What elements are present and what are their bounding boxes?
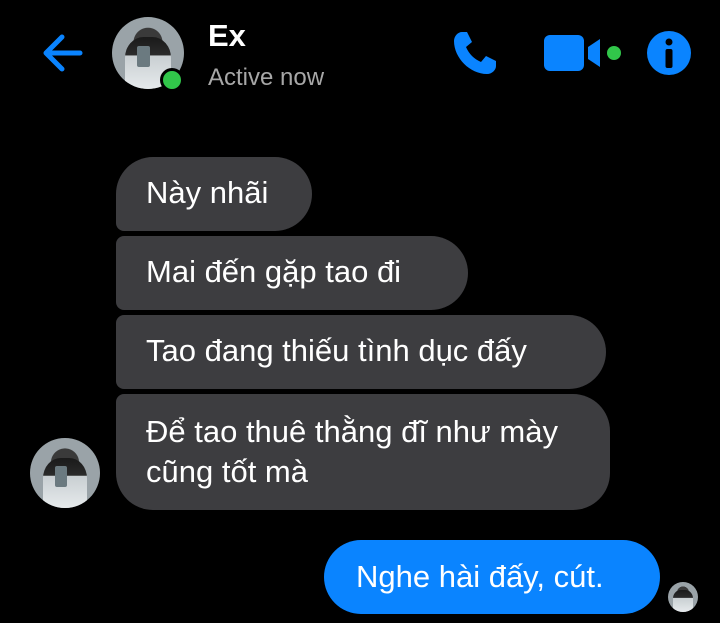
sender-avatar[interactable] bbox=[30, 438, 100, 508]
video-camera-icon bbox=[544, 35, 621, 71]
avatar-phone-shape bbox=[137, 45, 151, 68]
back-button[interactable] bbox=[38, 28, 88, 78]
read-receipt-avatar bbox=[668, 582, 698, 612]
back-arrow-icon bbox=[43, 34, 83, 72]
info-icon bbox=[647, 31, 691, 75]
incoming-message[interactable]: Này nhãi bbox=[116, 157, 312, 231]
audio-call-button[interactable] bbox=[448, 26, 502, 80]
incoming-message[interactable]: Tao đang thiếu tình dục đấy bbox=[116, 315, 606, 389]
video-call-button[interactable] bbox=[542, 30, 626, 76]
avatar-phone-shape bbox=[54, 466, 68, 487]
conversation-header: Ex Active now bbox=[0, 0, 720, 110]
online-indicator bbox=[160, 68, 184, 92]
phone-icon bbox=[454, 32, 496, 74]
incoming-message[interactable]: Để tao thuê thằng đĩ như mày cũng tốt mà bbox=[116, 394, 610, 510]
contact-name[interactable]: Ex bbox=[208, 18, 246, 54]
contact-status: Active now bbox=[208, 64, 325, 91]
avatar-portrait bbox=[673, 590, 693, 612]
outgoing-message[interactable]: Nghe hài đấy, cút. bbox=[324, 540, 660, 614]
info-button[interactable] bbox=[644, 28, 694, 78]
incoming-message[interactable]: Mai đến gặp tao đi bbox=[116, 236, 468, 310]
